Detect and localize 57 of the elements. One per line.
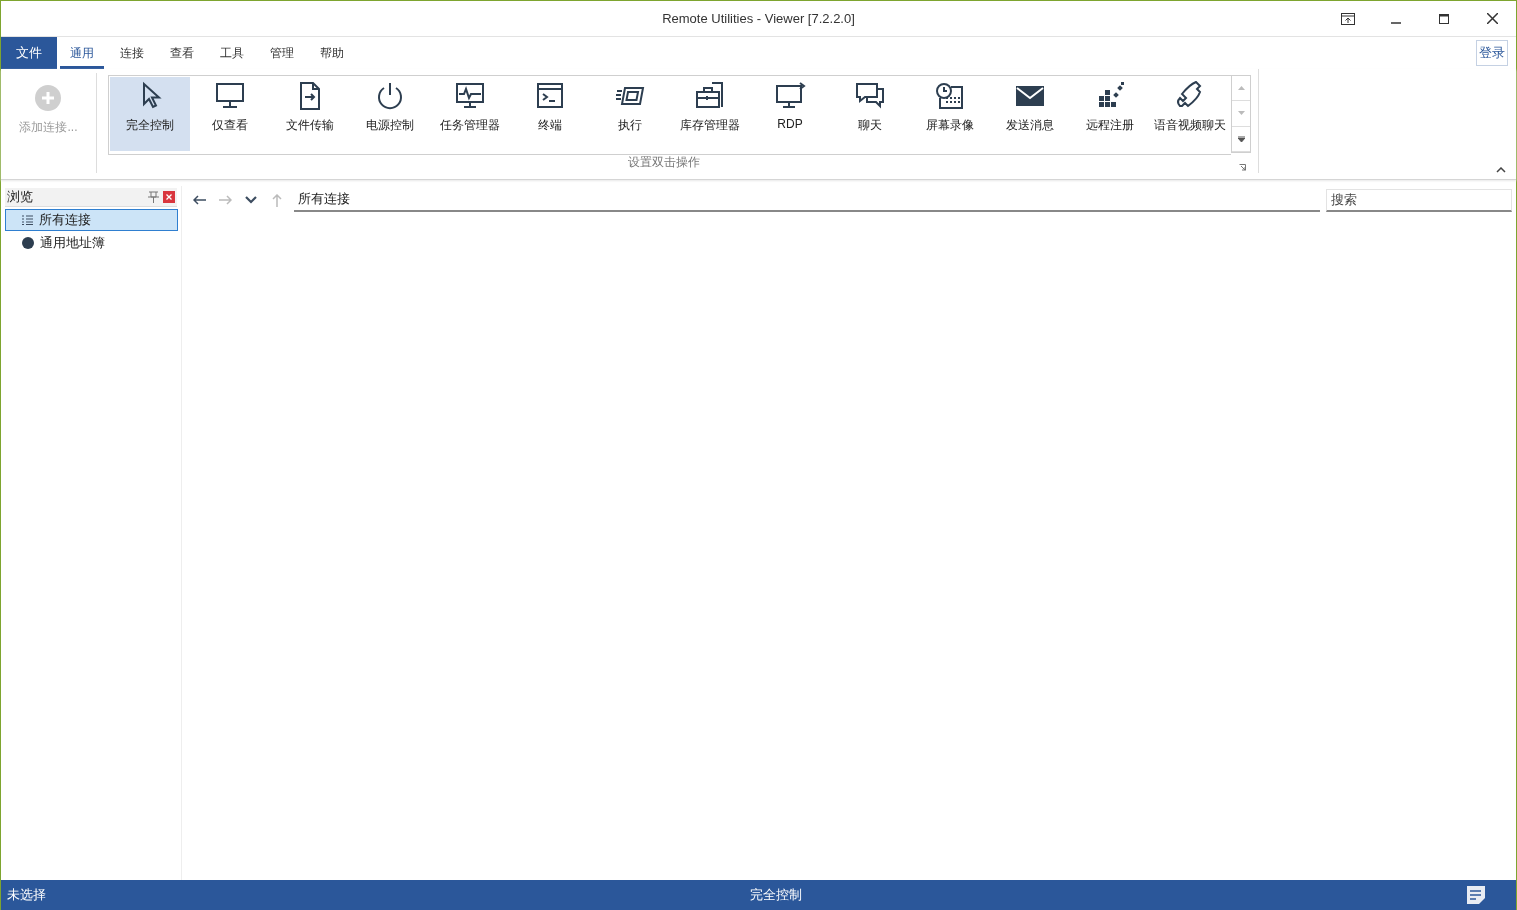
tool-button[interactable]: 屏幕录像 bbox=[910, 77, 990, 151]
pin-icon[interactable] bbox=[148, 191, 159, 203]
triangle-up-icon bbox=[1237, 86, 1245, 91]
status-text: 未选择 bbox=[7, 886, 46, 904]
maximize-icon bbox=[1439, 13, 1449, 24]
tool-button[interactable]: 库存管理器 bbox=[670, 77, 750, 151]
forward-arrow-icon bbox=[218, 195, 232, 205]
tool-button[interactable]: 终端 bbox=[510, 77, 590, 151]
chevron-down-icon bbox=[245, 196, 257, 204]
ribbon-tab[interactable]: 帮助 bbox=[310, 37, 354, 69]
calendar-clock-icon bbox=[934, 81, 966, 111]
back-arrow-icon bbox=[192, 195, 206, 205]
search-field[interactable]: 搜索 bbox=[1326, 188, 1512, 212]
tree-item[interactable]: 所有连接 bbox=[5, 209, 178, 231]
ribbon-tab[interactable]: 通用 bbox=[60, 37, 104, 69]
group-label: 设置双击操作 bbox=[628, 154, 700, 171]
ribbon-tab[interactable]: 管理 bbox=[260, 37, 304, 69]
tool-button[interactable]: RDP bbox=[750, 77, 830, 151]
activity-monitor-icon bbox=[454, 81, 486, 111]
tool-button[interactable]: 发送消息 bbox=[990, 77, 1070, 151]
tool-button[interactable]: 远程注册 bbox=[1070, 77, 1150, 151]
status-mode: 完全控制 bbox=[749, 886, 803, 904]
briefcase-icon bbox=[694, 81, 726, 111]
monitor-arrows-icon bbox=[774, 81, 806, 111]
note-icon[interactable] bbox=[1466, 885, 1486, 905]
login-button[interactable]: 登录 bbox=[1476, 40, 1508, 66]
plus-icon bbox=[35, 85, 62, 111]
pin-window-icon bbox=[1341, 12, 1355, 25]
tool-button[interactable]: 聊天 bbox=[830, 77, 910, 151]
close-panel-icon[interactable] bbox=[163, 191, 175, 203]
file-menu-button[interactable]: 文件 bbox=[1, 37, 57, 69]
chat-bubbles-icon bbox=[854, 81, 886, 111]
ribbon-tab[interactable]: 查看 bbox=[160, 37, 204, 69]
tool-button[interactable]: 任务管理器 bbox=[430, 77, 510, 151]
dot-icon bbox=[22, 237, 34, 249]
tool-button[interactable]: 仅查看 bbox=[190, 77, 270, 151]
tree-item[interactable]: 通用地址簿 bbox=[5, 232, 178, 254]
tool-button[interactable]: 完全控制 bbox=[110, 77, 190, 151]
triangle-down-icon bbox=[1237, 111, 1245, 116]
expand-icon bbox=[1237, 135, 1245, 142]
window-title: Remote Utilities - Viewer [7.2.2.0] bbox=[662, 11, 855, 26]
up-arrow-icon bbox=[272, 193, 282, 207]
list-icon bbox=[22, 215, 33, 225]
tool-button[interactable]: 文件传输 bbox=[270, 77, 350, 151]
close-icon bbox=[1486, 13, 1498, 24]
tool-button[interactable]: 执行 bbox=[590, 77, 670, 151]
terminal-icon bbox=[534, 81, 566, 111]
panel-title: 浏览 bbox=[7, 188, 34, 206]
address-field[interactable]: 所有连接 bbox=[294, 188, 1320, 212]
tool-button[interactable]: 语音视频聊天 bbox=[1150, 77, 1230, 151]
dialog-launcher-icon[interactable] bbox=[1239, 164, 1246, 171]
tool-button[interactable]: 电源控制 bbox=[350, 77, 430, 151]
minimize-icon bbox=[1391, 21, 1401, 24]
collapse-ribbon-icon[interactable] bbox=[1496, 167, 1506, 173]
ribbon-tab[interactable]: 工具 bbox=[210, 37, 254, 69]
ribbon-tab[interactable]: 连接 bbox=[110, 37, 154, 69]
monitor-icon bbox=[214, 81, 246, 111]
